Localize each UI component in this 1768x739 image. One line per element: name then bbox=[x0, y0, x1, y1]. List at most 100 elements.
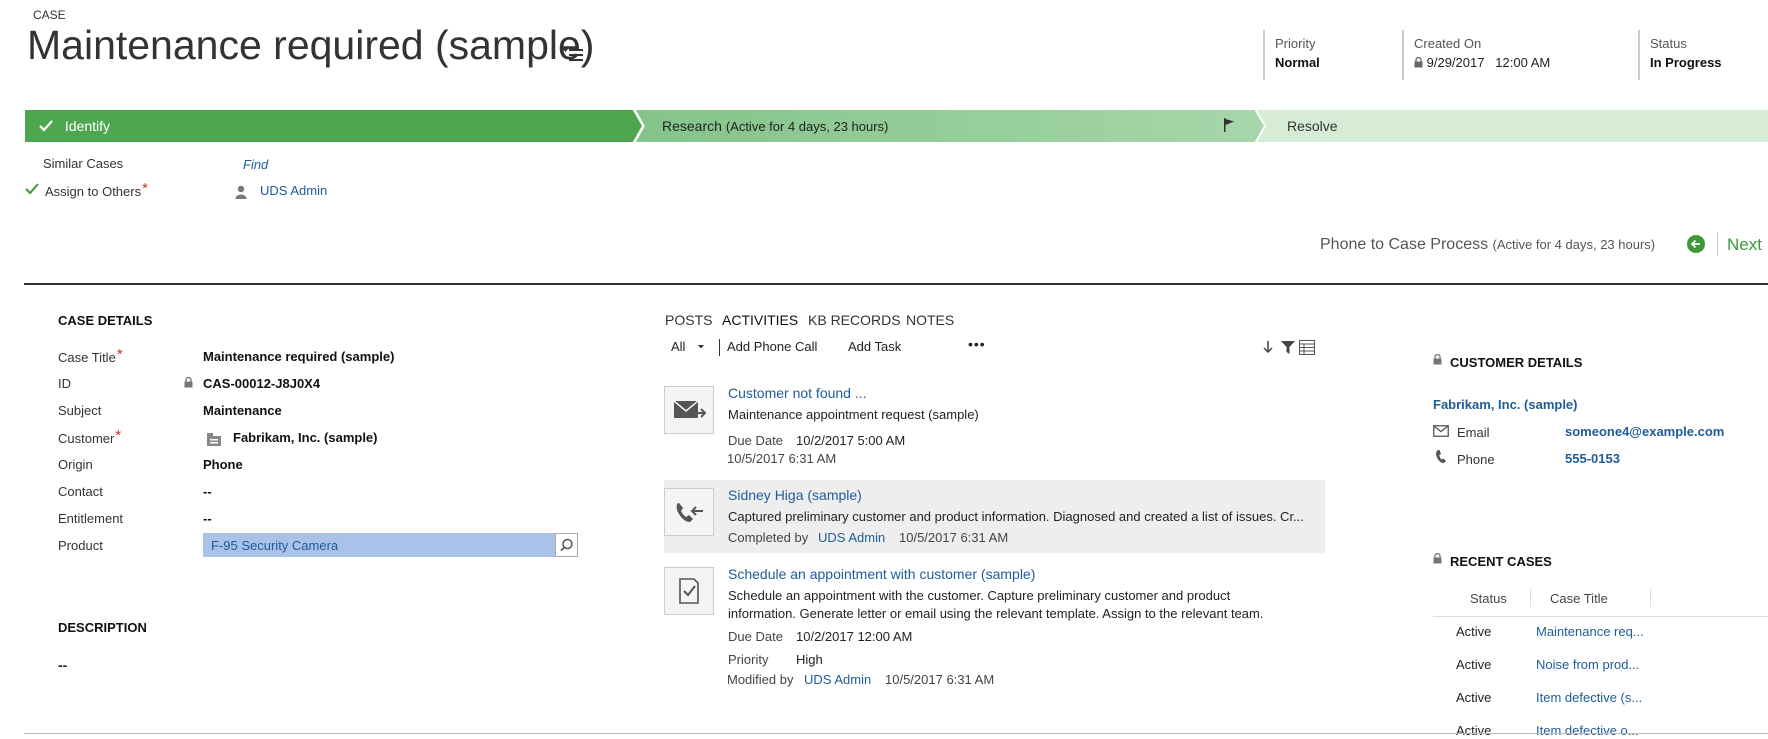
phone-label: Phone bbox=[1457, 452, 1495, 467]
origin-label: Origin bbox=[58, 457, 93, 472]
subject-label: Subject bbox=[58, 403, 102, 418]
recent-case-status: Active bbox=[1456, 657, 1492, 672]
process-duration: (Active for 4 days, 23 hours) bbox=[1492, 237, 1656, 252]
recent-case-link[interactable]: Noise from prod... bbox=[1536, 657, 1639, 672]
tab-posts[interactable]: POSTS bbox=[665, 312, 712, 328]
activity-description: Maintenance appointment request (sample) bbox=[728, 407, 979, 422]
stage-identify[interactable]: Identify bbox=[25, 110, 642, 142]
activity-completed-label: Completed by bbox=[728, 530, 809, 545]
add-task-button[interactable]: Add Task bbox=[848, 339, 901, 354]
header-created-on: Created On 9/29/2017 12:00 AM bbox=[1402, 30, 1550, 80]
step-assign-label: Assign to Others* bbox=[45, 180, 148, 200]
stage-research-label: Research bbox=[662, 118, 722, 134]
lock-icon bbox=[1433, 354, 1442, 365]
entitlement-value[interactable]: -- bbox=[203, 511, 212, 526]
column-header-case-title[interactable]: Case Title bbox=[1550, 591, 1608, 606]
activity-description: Captured preliminary customer and produc… bbox=[728, 509, 1304, 524]
case-details-heading: CASE DETAILS bbox=[58, 313, 153, 328]
activity-user-link[interactable]: UDS Admin bbox=[804, 672, 871, 687]
step-assign-label-text: Assign to Others bbox=[45, 184, 142, 199]
product-lookup-field[interactable]: F-95 Security Camera bbox=[203, 533, 556, 557]
case-title-label-text: Case Title bbox=[58, 350, 116, 365]
process-name[interactable]: Phone to Case Process (Active for 4 days… bbox=[1320, 236, 1655, 254]
stage-research[interactable]: Research (Active for 4 days, 23 hours) bbox=[636, 110, 1264, 142]
phone-link[interactable]: 555-0153 bbox=[1565, 451, 1620, 466]
column-header-status[interactable]: Status bbox=[1470, 591, 1507, 606]
find-link[interactable]: Find bbox=[243, 157, 268, 172]
customer-label: Customer* bbox=[58, 427, 121, 447]
contact-label: Contact bbox=[58, 484, 103, 499]
id-label: ID bbox=[58, 376, 71, 391]
product-lookup-button[interactable] bbox=[555, 533, 578, 557]
account-icon bbox=[207, 433, 221, 446]
tab-kb-records[interactable]: KB RECORDS bbox=[808, 312, 901, 328]
column-divider bbox=[1530, 589, 1531, 607]
recent-cases-heading: RECENT CASES bbox=[1450, 554, 1552, 569]
activity-due-label: Due Date bbox=[728, 433, 783, 448]
customer-name-link[interactable]: Fabrikam, Inc. (sample) bbox=[1433, 397, 1578, 412]
activity-timestamp: 10/5/2017 6:31 AM bbox=[885, 672, 995, 687]
back-stage-button[interactable] bbox=[1687, 235, 1705, 253]
column-divider bbox=[1650, 589, 1651, 607]
activity-timestamp: 10/5/2017 6:31 AM bbox=[899, 530, 1009, 545]
process-name-label: Phone to Case Process bbox=[1320, 236, 1489, 253]
activity-description-cont: information. Generate letter or email us… bbox=[728, 606, 1264, 621]
description-value[interactable]: -- bbox=[58, 657, 67, 673]
activity-due-value: 10/2/2017 5:00 AM bbox=[796, 433, 906, 448]
entitlement-label: Entitlement bbox=[58, 511, 124, 526]
lock-icon bbox=[1414, 56, 1423, 68]
activity-user-link[interactable]: UDS Admin bbox=[818, 530, 885, 545]
activity-filter-value: All bbox=[671, 339, 686, 354]
product-label: Product bbox=[58, 538, 103, 553]
next-stage-button[interactable]: Next bbox=[1727, 235, 1762, 255]
recent-case-link[interactable]: Item defective (s... bbox=[1536, 690, 1642, 705]
step-similar-cases-label: Similar Cases bbox=[43, 156, 124, 171]
header-priority-label: Priority bbox=[1275, 36, 1316, 51]
assign-user-link[interactable]: UDS Admin bbox=[260, 183, 327, 198]
activity-title-link[interactable]: Sidney Higa (sample) bbox=[728, 487, 862, 503]
sort-icon[interactable] bbox=[1262, 340, 1274, 354]
search-icon bbox=[560, 538, 573, 552]
task-icon bbox=[679, 578, 699, 604]
header-status: Status In Progress bbox=[1638, 30, 1722, 80]
filter-icon[interactable] bbox=[1281, 341, 1295, 354]
add-phone-call-button[interactable]: Add Phone Call bbox=[727, 339, 817, 354]
page-title: Maintenance required (sample) bbox=[27, 22, 595, 68]
customer-link[interactable]: Fabrikam, Inc. (sample) bbox=[233, 430, 378, 445]
activity-title-link[interactable]: Schedule an appointment with customer (s… bbox=[728, 566, 1035, 582]
activity-title-link[interactable]: Customer not found ... bbox=[728, 385, 867, 401]
activity-due-label: Due Date bbox=[728, 629, 783, 644]
view-selector-icon[interactable] bbox=[1299, 340, 1315, 355]
activity-due-value: 10/2/2017 12:00 AM bbox=[796, 629, 913, 644]
activity-filter-dropdown[interactable]: All bbox=[671, 339, 705, 354]
more-commands-button[interactable]: ••• bbox=[968, 336, 986, 352]
subject-link[interactable]: Maintenance bbox=[203, 403, 282, 418]
lock-icon bbox=[1433, 553, 1442, 564]
tab-notes[interactable]: NOTES bbox=[906, 312, 954, 328]
flag-icon[interactable] bbox=[1223, 118, 1235, 132]
entity-type-label: CASE bbox=[33, 8, 66, 22]
email-link[interactable]: someone4@example.com bbox=[1565, 424, 1724, 439]
stage-resolve[interactable]: Resolve bbox=[1257, 110, 1768, 142]
header-status-value: In Progress bbox=[1650, 55, 1722, 70]
user-icon bbox=[235, 185, 247, 199]
case-title-value[interactable]: Maintenance required (sample) bbox=[203, 349, 394, 364]
email-icon bbox=[673, 400, 707, 418]
bottom-divider bbox=[24, 733, 1768, 734]
recent-case-link[interactable]: Item defective o... bbox=[1536, 723, 1639, 738]
activity-timestamp: 10/5/2017 6:31 AM bbox=[727, 451, 837, 466]
customer-details-heading: CUSTOMER DETAILS bbox=[1450, 355, 1583, 370]
recent-case-link[interactable]: Maintenance req... bbox=[1536, 624, 1644, 639]
lock-icon bbox=[184, 377, 193, 388]
activity-priority-value: High bbox=[796, 652, 823, 667]
tab-activities[interactable]: ACTIVITIES bbox=[722, 312, 798, 328]
form-selector-icon[interactable] bbox=[563, 47, 583, 63]
contact-value[interactable]: -- bbox=[203, 484, 212, 499]
id-value: CAS-00012-J8J0X4 bbox=[203, 376, 321, 391]
origin-value[interactable]: Phone bbox=[203, 457, 243, 472]
recent-case-status: Active bbox=[1456, 690, 1492, 705]
divider bbox=[1717, 232, 1718, 256]
description-heading: DESCRIPTION bbox=[58, 620, 147, 635]
email-label: Email bbox=[1457, 425, 1490, 440]
recent-case-status: Active bbox=[1456, 624, 1492, 639]
